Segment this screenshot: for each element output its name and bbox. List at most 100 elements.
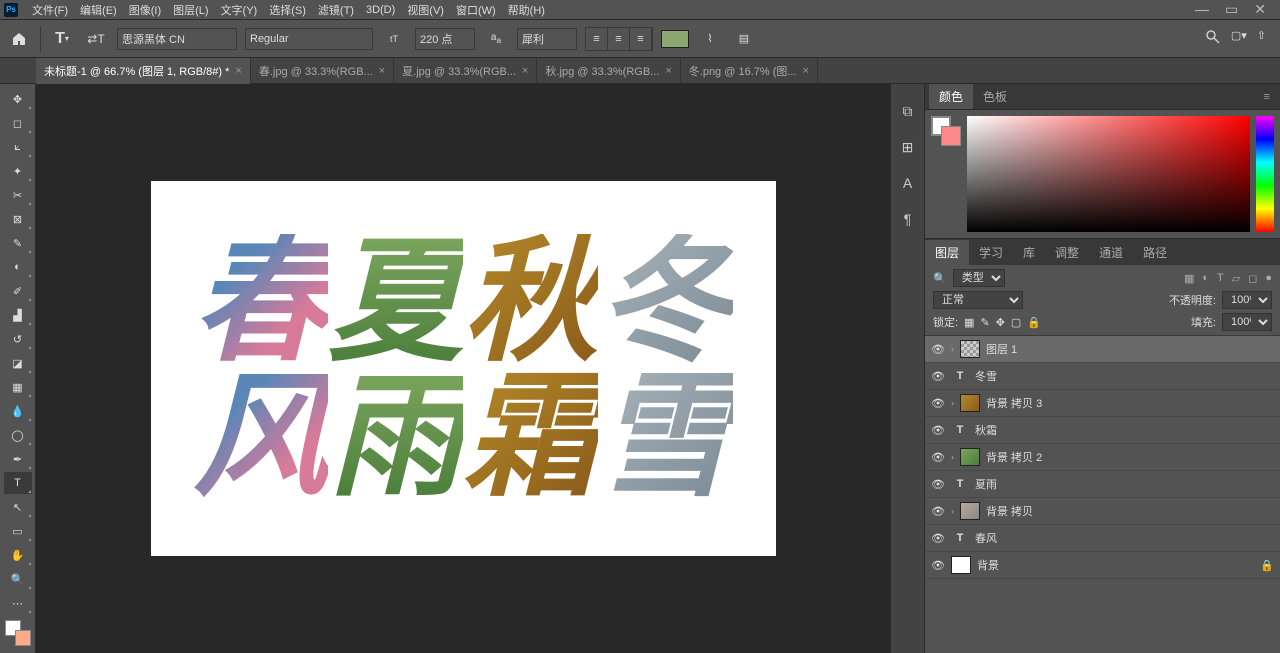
move-tool[interactable]: ✥ xyxy=(4,88,32,110)
libraries-tab[interactable]: 库 xyxy=(1013,240,1045,265)
fill-select[interactable]: 100% xyxy=(1222,313,1272,331)
color-tab[interactable]: 颜色 xyxy=(929,84,973,109)
dodge-tool[interactable]: ◯ xyxy=(4,424,32,446)
warp-text-icon[interactable]: ⌇ xyxy=(697,26,723,52)
tab-close-icon[interactable]: × xyxy=(665,65,671,77)
learn-tab[interactable]: 学习 xyxy=(969,240,1013,265)
doc-tab-1[interactable]: 春.jpg @ 33.3%(RGB...× xyxy=(251,58,394,84)
lock-position-icon[interactable]: ✥ xyxy=(996,316,1005,329)
blend-mode-select[interactable]: 正常 xyxy=(933,291,1023,309)
chevron-icon[interactable]: › xyxy=(951,344,954,354)
channels-tab[interactable]: 通道 xyxy=(1089,240,1133,265)
menu-view[interactable]: 视图(V) xyxy=(401,0,450,20)
color-fgbg[interactable] xyxy=(931,116,961,232)
edit-toolbar[interactable]: ⋯ xyxy=(4,592,32,614)
doc-tab-3[interactable]: 秋.jpg @ 33.3%(RGB...× xyxy=(537,58,680,84)
visibility-icon[interactable]: 👁 xyxy=(931,505,945,518)
hue-slider[interactable] xyxy=(1256,116,1274,232)
character-icon[interactable]: A xyxy=(897,172,919,194)
layer-row[interactable]: 👁T夏雨 xyxy=(925,471,1280,498)
layer-row[interactable]: 👁›背景 拷贝 3 xyxy=(925,390,1280,417)
color-field[interactable] xyxy=(967,116,1250,232)
adjustments-tab[interactable]: 调整 xyxy=(1045,240,1089,265)
zoom-tool[interactable]: 🔍 xyxy=(4,568,32,590)
chevron-icon[interactable]: › xyxy=(951,398,954,408)
layer-row[interactable]: 👁T秋霜 xyxy=(925,417,1280,444)
type-tool[interactable]: T xyxy=(4,472,32,494)
menu-filter[interactable]: 滤镜(T) xyxy=(312,0,360,20)
visibility-icon[interactable]: 👁 xyxy=(931,532,945,545)
visibility-icon[interactable]: 👁 xyxy=(931,424,945,437)
swatches-tab[interactable]: 色板 xyxy=(973,84,1017,109)
font-style-select[interactable] xyxy=(245,28,373,50)
paths-tab[interactable]: 路径 xyxy=(1133,240,1177,265)
clone-stamp-tool[interactable]: ▟ xyxy=(4,304,32,326)
filter-shape-icon[interactable]: ▱ xyxy=(1232,272,1240,285)
chevron-icon[interactable]: › xyxy=(951,452,954,462)
doc-tab-0[interactable]: 未标题-1 @ 66.7% (图层 1, RGB/8#) *× xyxy=(36,58,251,84)
menu-select[interactable]: 选择(S) xyxy=(263,0,312,20)
paragraph-icon[interactable]: ¶ xyxy=(897,208,919,230)
color-swatches[interactable] xyxy=(5,620,31,646)
visibility-icon[interactable]: 👁 xyxy=(931,370,945,383)
marquee-tool[interactable]: ◻ xyxy=(4,112,32,134)
layer-row[interactable]: 👁T春风 xyxy=(925,525,1280,552)
lock-transparency-icon[interactable]: ▦ xyxy=(964,316,974,329)
type-tool-icon[interactable]: T▾ xyxy=(49,26,75,52)
properties-icon[interactable]: ⊞ xyxy=(897,136,919,158)
visibility-icon[interactable]: 👁 xyxy=(931,451,945,464)
menu-3d[interactable]: 3D(D) xyxy=(360,2,401,18)
font-family-select[interactable] xyxy=(117,28,237,50)
share-icon[interactable]: ⇧ xyxy=(1257,29,1266,48)
visibility-icon[interactable]: 👁 xyxy=(931,397,945,410)
character-panel-icon[interactable]: ▤ xyxy=(731,26,757,52)
menu-file[interactable]: 文件(F) xyxy=(26,0,74,20)
menu-type[interactable]: 文字(Y) xyxy=(215,0,264,20)
hand-tool[interactable]: ✋ xyxy=(4,544,32,566)
menu-image[interactable]: 图像(I) xyxy=(123,0,167,20)
tab-close-icon[interactable]: × xyxy=(522,65,528,77)
layer-row[interactable]: 👁›背景 拷贝 xyxy=(925,498,1280,525)
chevron-icon[interactable]: › xyxy=(951,506,954,516)
canvas-area[interactable]: 春 夏 秋 冬 风 雨 霜 雪 xyxy=(36,84,890,653)
background-color[interactable] xyxy=(15,630,31,646)
panel-menu-icon[interactable]: ≡ xyxy=(1258,91,1276,103)
layer-filter-select[interactable]: 类型 xyxy=(953,269,1005,287)
workspace-icon[interactable]: ▢▾ xyxy=(1231,29,1247,48)
menu-window[interactable]: 窗口(W) xyxy=(450,0,502,20)
eyedropper-tool[interactable]: ✎ xyxy=(4,232,32,254)
menu-edit[interactable]: 编辑(E) xyxy=(74,0,123,20)
visibility-icon[interactable]: 👁 xyxy=(931,559,945,572)
window-maximize-icon[interactable]: ▭ xyxy=(1225,1,1238,18)
align-right-button[interactable]: ≡ xyxy=(630,28,652,50)
text-color-swatch[interactable] xyxy=(661,30,689,48)
home-button[interactable] xyxy=(6,26,32,52)
filter-toggle-icon[interactable]: ● xyxy=(1265,272,1272,285)
align-left-button[interactable]: ≡ xyxy=(586,28,608,50)
doc-tab-4[interactable]: 冬.png @ 16.7% (图...× xyxy=(681,58,818,84)
lasso-tool[interactable]: ⟀ xyxy=(4,136,32,158)
path-select-tool[interactable]: ↖ xyxy=(4,496,32,518)
menu-help[interactable]: 帮助(H) xyxy=(502,0,551,20)
visibility-icon[interactable]: 👁 xyxy=(931,478,945,491)
layers-tab[interactable]: 图层 xyxy=(925,240,969,265)
font-size-select[interactable] xyxy=(415,28,475,50)
filter-pixel-icon[interactable]: ▦ xyxy=(1184,272,1194,285)
layer-row[interactable]: 👁背景🔒 xyxy=(925,552,1280,579)
text-orientation-icon[interactable]: ⇄T xyxy=(83,26,109,52)
rectangle-tool[interactable]: ▭ xyxy=(4,520,32,542)
filter-type-icon[interactable]: T xyxy=(1217,272,1224,285)
align-center-button[interactable]: ≡ xyxy=(608,28,630,50)
bg-swatch[interactable] xyxy=(941,126,961,146)
crop-tool[interactable]: ✂ xyxy=(4,184,32,206)
filter-adjust-icon[interactable]: ◐ xyxy=(1202,272,1209,285)
lock-pixels-icon[interactable]: ✎ xyxy=(980,316,989,329)
pen-tool[interactable]: ✒ xyxy=(4,448,32,470)
menu-layer[interactable]: 图层(L) xyxy=(167,0,214,20)
layer-row[interactable]: 👁›图层 1 xyxy=(925,336,1280,363)
blur-tool[interactable]: 💧 xyxy=(4,400,32,422)
lock-all-icon[interactable]: 🔒 xyxy=(1027,316,1041,329)
eraser-tool[interactable]: ◪ xyxy=(4,352,32,374)
window-close-icon[interactable]: ✕ xyxy=(1254,1,1266,18)
window-minimize-icon[interactable]: — xyxy=(1195,1,1209,18)
